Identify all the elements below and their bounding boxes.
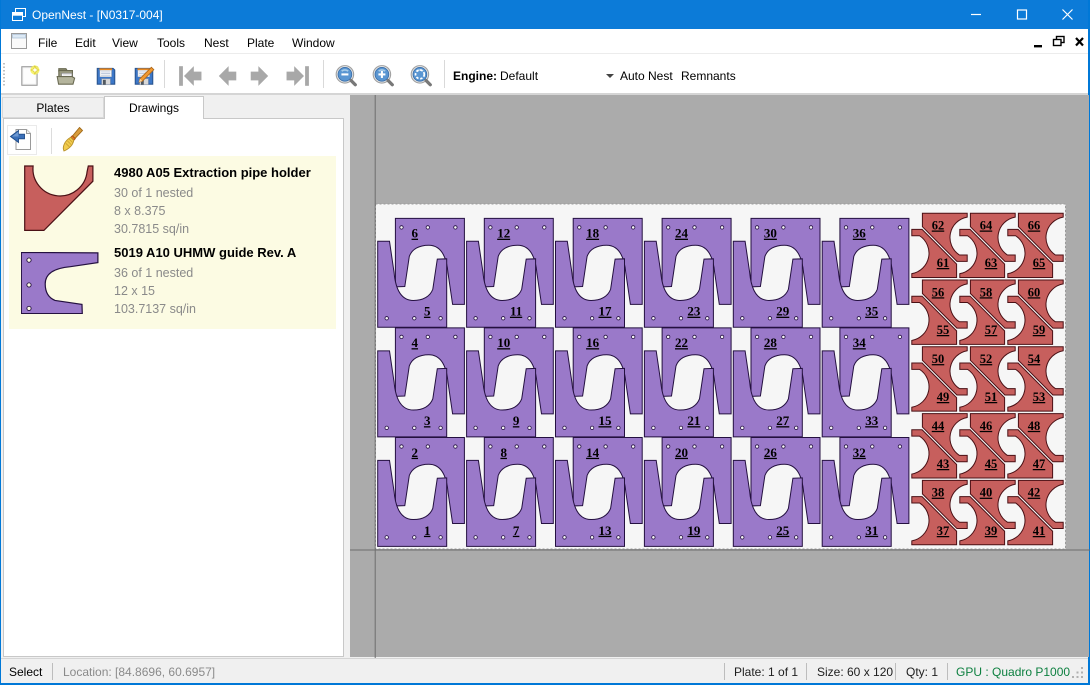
svg-text:7: 7	[513, 523, 520, 538]
svg-text:65: 65	[1033, 256, 1046, 270]
svg-text:40: 40	[980, 486, 993, 500]
svg-text:50: 50	[932, 352, 945, 366]
svg-text:13: 13	[599, 523, 613, 538]
svg-text:53: 53	[1033, 390, 1046, 404]
svg-text:6: 6	[412, 226, 419, 241]
svg-text:5: 5	[424, 304, 431, 319]
svg-text:17: 17	[599, 304, 613, 319]
svg-text:51: 51	[985, 390, 998, 404]
svg-text:36: 36	[853, 226, 867, 241]
svg-text:58: 58	[980, 285, 993, 299]
svg-text:44: 44	[932, 419, 945, 433]
svg-text:25: 25	[776, 523, 790, 538]
svg-text:1: 1	[424, 523, 431, 538]
svg-text:20: 20	[675, 445, 688, 460]
svg-text:3: 3	[424, 413, 431, 428]
svg-text:56: 56	[932, 285, 945, 299]
svg-text:43: 43	[937, 457, 950, 471]
svg-text:12: 12	[497, 226, 510, 241]
svg-text:33: 33	[865, 413, 879, 428]
svg-text:2: 2	[412, 445, 419, 460]
svg-text:55: 55	[937, 323, 950, 337]
svg-text:18: 18	[586, 226, 600, 241]
svg-text:37: 37	[937, 524, 950, 538]
svg-text:34: 34	[853, 335, 867, 350]
svg-text:59: 59	[1033, 323, 1046, 337]
svg-text:60: 60	[1028, 285, 1041, 299]
svg-text:41: 41	[1033, 524, 1046, 538]
svg-text:9: 9	[513, 413, 520, 428]
svg-text:63: 63	[985, 256, 998, 270]
svg-text:61: 61	[937, 256, 950, 270]
svg-text:11: 11	[510, 304, 522, 319]
svg-text:66: 66	[1028, 219, 1041, 233]
svg-text:28: 28	[764, 335, 778, 350]
svg-text:46: 46	[980, 419, 993, 433]
svg-text:45: 45	[985, 457, 998, 471]
svg-text:30: 30	[764, 226, 777, 241]
svg-text:52: 52	[980, 352, 993, 366]
svg-text:15: 15	[599, 413, 613, 428]
svg-text:27: 27	[776, 413, 790, 428]
svg-text:22: 22	[675, 335, 688, 350]
svg-text:8: 8	[500, 445, 507, 460]
svg-text:23: 23	[687, 304, 701, 319]
svg-text:64: 64	[980, 219, 993, 233]
svg-text:29: 29	[776, 304, 790, 319]
svg-text:47: 47	[1033, 457, 1046, 471]
svg-text:42: 42	[1028, 486, 1041, 500]
svg-text:16: 16	[586, 335, 600, 350]
svg-text:62: 62	[932, 219, 945, 233]
svg-text:35: 35	[865, 304, 879, 319]
svg-text:57: 57	[985, 323, 998, 337]
svg-text:54: 54	[1028, 352, 1041, 366]
svg-text:24: 24	[675, 226, 689, 241]
svg-text:14: 14	[586, 445, 600, 460]
svg-text:39: 39	[985, 524, 998, 538]
svg-text:26: 26	[764, 445, 778, 460]
svg-text:49: 49	[937, 390, 950, 404]
svg-text:10: 10	[497, 335, 510, 350]
svg-text:21: 21	[687, 413, 700, 428]
svg-text:38: 38	[932, 486, 945, 500]
svg-text:4: 4	[412, 335, 419, 350]
svg-text:31: 31	[865, 523, 878, 538]
svg-text:48: 48	[1028, 419, 1041, 433]
svg-text:19: 19	[687, 523, 701, 538]
svg-text:32: 32	[853, 445, 866, 460]
